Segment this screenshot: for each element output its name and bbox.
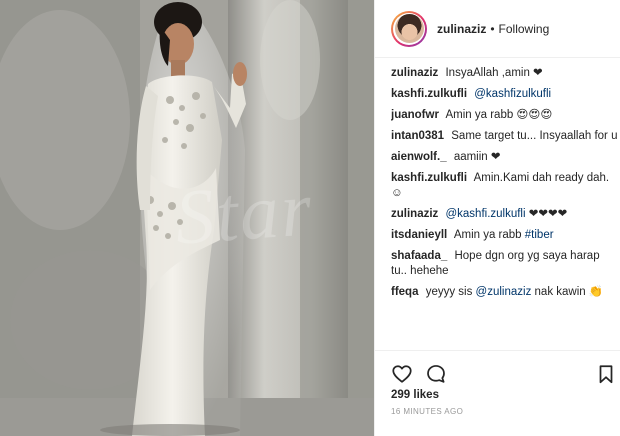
comment-username[interactable]: shafaada_ (391, 250, 447, 262)
comment-text: ❤❤❤❤ (528, 208, 568, 220)
author-avatar[interactable] (391, 10, 427, 47)
comment-item: intan0381 Same target tu... Insyaallah f… (391, 129, 617, 144)
post-header: zulinaziz • Following (375, 0, 620, 58)
comment-item: zulinaziz InsyaAllah ,amin ❤ (391, 66, 617, 81)
post-actions (375, 350, 620, 394)
comment-text: yeyyy sis (425, 286, 473, 298)
comment-username[interactable]: zulinaziz (391, 67, 438, 79)
like-count[interactable]: 299 likes (391, 389, 439, 401)
comment-username[interactable]: kashfi.zulkufli (391, 88, 467, 100)
heart-icon (392, 365, 412, 383)
comment-text: aamiin ❤ (453, 151, 501, 163)
like-button[interactable] (391, 363, 413, 385)
comment-username[interactable]: kashfi.zulkufli (391, 172, 467, 184)
separator-dot: • (490, 21, 495, 36)
save-button[interactable] (595, 363, 617, 385)
comment-item: kashfi.zulkufli Amin.Kami dah ready dah.… (391, 171, 617, 201)
post-photo[interactable]: Star (0, 0, 374, 436)
comment-username[interactable]: juanofwr (391, 109, 439, 121)
avatar-image (394, 14, 424, 43)
avatar-ring (393, 12, 425, 45)
comment-item: kashfi.zulkufli @kashfizulkufli (391, 87, 617, 102)
comment-item: zulinaziz @kashfi.zulkufli ❤❤❤❤ (391, 207, 617, 222)
author-username[interactable]: zulinaziz (437, 22, 486, 36)
comment-mention[interactable]: @zulinaziz (476, 286, 532, 298)
comment-item: juanofwr Amin ya rabb 😍😍😍 (391, 108, 617, 123)
follow-status-button[interactable]: Following (499, 22, 550, 36)
bookmark-icon (599, 365, 613, 384)
comment-username[interactable]: aienwolf._ (391, 151, 447, 163)
comment-username[interactable]: zulinaziz (391, 208, 438, 220)
comment-hashtag[interactable]: #tiber (525, 229, 554, 241)
comment-button[interactable] (425, 363, 447, 385)
post-side-panel: zulinaziz • Following zulinaziz InsyaAll… (374, 0, 620, 436)
comment-item: ffeqa yeyyy sis @zulinaziz nak kawin 👏👏👏 (391, 285, 617, 298)
photo-watermark: Star (172, 164, 316, 261)
comment-item: aienwolf._ aamiin ❤ (391, 150, 617, 165)
comment-username[interactable]: intan0381 (391, 130, 444, 142)
comment-mention[interactable]: @kashfizulkufli (474, 88, 551, 100)
comments-list: zulinaziz InsyaAllah ,amin ❤ kashfi.zulk… (391, 66, 617, 298)
comment-text: Amin ya rabb (453, 229, 522, 241)
comment-icon (427, 365, 445, 383)
comment-mention[interactable]: @kashfi.zulkufli (445, 208, 525, 220)
comment-text: Same target tu... Insyaallah for us 🙂 (451, 130, 617, 142)
comment-username[interactable]: ffeqa (391, 286, 418, 298)
comment-text: Amin ya rabb 😍😍😍 (445, 109, 553, 121)
comment-item: itsdanieyll Amin ya rabb #tiber (391, 228, 617, 243)
comment-item: shafaada_ Hope dgn org yg saya harap tu.… (391, 249, 617, 279)
post-timestamp[interactable]: 16 MINUTES AGO (391, 407, 463, 416)
comment-text: InsyaAllah ,amin ❤ (445, 67, 543, 79)
comment-username[interactable]: itsdanieyll (391, 229, 447, 241)
